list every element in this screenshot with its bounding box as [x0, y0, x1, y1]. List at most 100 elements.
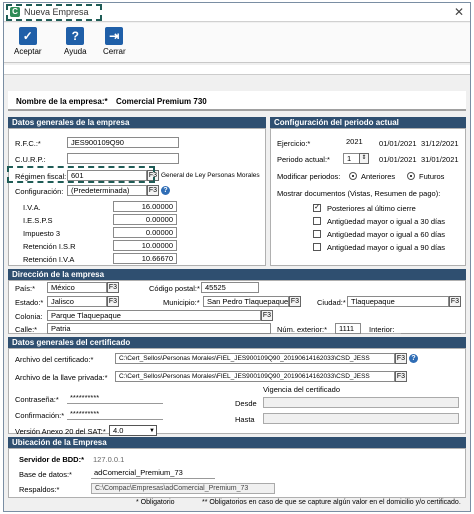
confirm-label: Confirmación:*	[15, 411, 65, 420]
accept-button[interactable]: ✓ Aceptar	[14, 27, 42, 56]
from-date	[263, 397, 459, 408]
pais-f3-button[interactable]: F3	[107, 282, 119, 293]
close-button[interactable]: ⇥ Cerrar	[103, 27, 126, 56]
cert-info-icon[interactable]: ?	[409, 354, 418, 363]
municipio-input[interactable]: San Pedro Tlaquepaque	[203, 296, 289, 307]
option-checkbox[interactable]: ✓	[313, 204, 321, 212]
close-icon[interactable]: ✕	[454, 5, 464, 19]
address-panel: País:* México F3 Código postal:* 45525 E…	[8, 280, 466, 334]
ejercicio-input[interactable]: 2021	[343, 137, 369, 148]
key-f3-button[interactable]: F3	[395, 371, 407, 382]
conditional-note: ** Obligatorios en caso de que se captur…	[202, 499, 461, 506]
periodo-label: Periodo actual:*	[277, 155, 330, 164]
tax-label: Retención I.V.A	[23, 255, 75, 264]
periodo-spinner[interactable]: ⇕	[359, 153, 369, 164]
ciudad-label: Ciudad:*	[317, 298, 346, 307]
future-radio[interactable]	[407, 172, 415, 180]
tax-input[interactable]: 0.00000	[113, 227, 177, 238]
municipio-label: Municipio:*	[163, 298, 200, 307]
ext-input[interactable]: 1111	[335, 323, 361, 334]
municipio-f3-button[interactable]: F3	[289, 296, 301, 307]
cert-file-input[interactable]: C:\Cert_Sellos\Personas Morales\FIEL_JES…	[115, 353, 395, 364]
general-panel: R.F.C.:* JES900109Q90 C.U.R.P.: Régimen …	[8, 128, 266, 266]
regimen-highlight	[7, 166, 155, 183]
int-input[interactable]	[401, 323, 461, 334]
config-f3-button[interactable]: F3	[147, 185, 159, 196]
curp-label: C.U.R.P.:	[15, 155, 46, 164]
ejercicio-end: 31/12/2021	[421, 139, 459, 148]
exit-icon: ⇥	[105, 27, 124, 45]
calle-input[interactable]: Patria	[47, 323, 271, 334]
curp-input[interactable]	[67, 153, 179, 164]
chevron-down-icon: ▼	[149, 428, 155, 434]
tax-input[interactable]: 0.00000	[113, 214, 177, 225]
from-label: Desde	[235, 399, 257, 408]
periodo-end: 31/01/2021	[421, 155, 459, 164]
tax-label: Retención I.S.R	[23, 242, 76, 251]
config-input[interactable]: (Predeterminada)	[67, 185, 147, 196]
pais-label: País:*	[15, 284, 36, 293]
toolbar: ✓ Aceptar ? Ayuda ⇥ Cerrar	[4, 23, 470, 63]
estado-input[interactable]: Jalisco	[47, 296, 107, 307]
option-label: Antigüedad mayor o igual a 30 días	[327, 217, 445, 226]
colonia-label: Colonia:	[15, 312, 43, 321]
estado-f3-button[interactable]: F3	[107, 296, 119, 307]
pais-input[interactable]: México	[47, 282, 107, 293]
help-button[interactable]: ? Ayuda	[64, 27, 87, 56]
cert-f3-button[interactable]: F3	[395, 353, 407, 364]
db-label: Base de datos:*	[19, 470, 72, 479]
backup-path: C:\Compac\Empresas\adComercial_Premium_7…	[91, 483, 275, 494]
company-name-row: Nombre de la empresa:* Comercial Premium…	[8, 91, 466, 111]
title-bar: C Nueva Empresa ✕	[4, 3, 470, 22]
option-checkbox[interactable]	[313, 217, 321, 225]
window-title: Nueva Empresa	[24, 7, 89, 17]
cp-input[interactable]: 45525	[201, 282, 259, 293]
colonia-input[interactable]: Parque Tlaquepaque	[47, 310, 261, 321]
config-info-icon[interactable]: ?	[161, 186, 170, 195]
ejercicio-start: 01/01/2021	[379, 139, 417, 148]
rfc-input[interactable]: JES900109Q90	[67, 137, 179, 148]
int-label: Interior:	[369, 325, 395, 334]
server-value: 127.0.0.1	[93, 455, 125, 464]
config-label: Configuración:	[15, 187, 64, 196]
ciudad-input[interactable]: Tlaquepaque	[347, 296, 449, 307]
ciudad-f3-button[interactable]: F3	[449, 296, 461, 307]
colonia-f3-button[interactable]: F3	[261, 310, 273, 321]
backup-label: Respaldos:*	[19, 485, 60, 494]
company-name-input[interactable]: Comercial Premium 730	[116, 97, 207, 106]
db-input[interactable]: adComercial_Premium_73	[91, 468, 215, 479]
help-icon: ?	[66, 27, 85, 45]
new-company-window: C Nueva Empresa ✕ ✓ Aceptar ? Ayuda ⇥ Ce…	[3, 2, 471, 512]
tax-input[interactable]: 10.00000	[113, 240, 177, 251]
cert-section-header: Datos generales del certificado	[8, 337, 466, 348]
calle-label: Calle:*	[15, 325, 38, 334]
password-input[interactable]: **********	[67, 393, 163, 404]
to-label: Hasta	[235, 415, 255, 424]
confirm-input[interactable]: **********	[67, 409, 163, 420]
option-checkbox[interactable]	[313, 243, 321, 251]
to-date	[263, 413, 459, 424]
tax-label: I.E.S.P.S	[23, 216, 53, 225]
tax-input[interactable]: 10.66670	[113, 253, 177, 264]
password-label: Contraseña:*	[15, 395, 59, 404]
modify-label: Modificar periodos:	[277, 172, 341, 181]
rfc-label: R.F.C.:*	[15, 139, 41, 148]
option-label: Antigüedad mayor o igual a 90 días	[327, 243, 445, 252]
app-icon: C	[10, 7, 20, 17]
toolbar-separator	[4, 65, 470, 75]
cp-label: Código postal:*	[149, 284, 200, 293]
tax-input[interactable]: 16.00000	[113, 201, 177, 212]
tax-label: I.V.A.	[23, 203, 41, 212]
validity-label: Vigencia del certificado	[263, 385, 340, 394]
sat-version-select[interactable]: 4.0 ▼	[109, 425, 157, 436]
cert-file-label: Archivo del certificado:*	[15, 355, 94, 364]
ejercicio-label: Ejercicio:*	[277, 139, 311, 148]
estado-label: Estado:*	[15, 298, 44, 307]
prev-radio[interactable]	[349, 172, 357, 180]
option-label: Posteriores al último cierre	[327, 204, 416, 213]
key-file-input[interactable]: C:\Cert_Sellos\Personas Morales\FIEL_JES…	[115, 371, 395, 382]
period-panel: Ejercicio:* 2021 01/01/2021 31/12/2021 P…	[270, 128, 466, 266]
option-checkbox[interactable]	[313, 230, 321, 238]
sat-version-label: Versión Anexo 20 del SAT:*	[15, 427, 106, 436]
key-file-label: Archivo de la llave privada:*	[15, 373, 108, 382]
